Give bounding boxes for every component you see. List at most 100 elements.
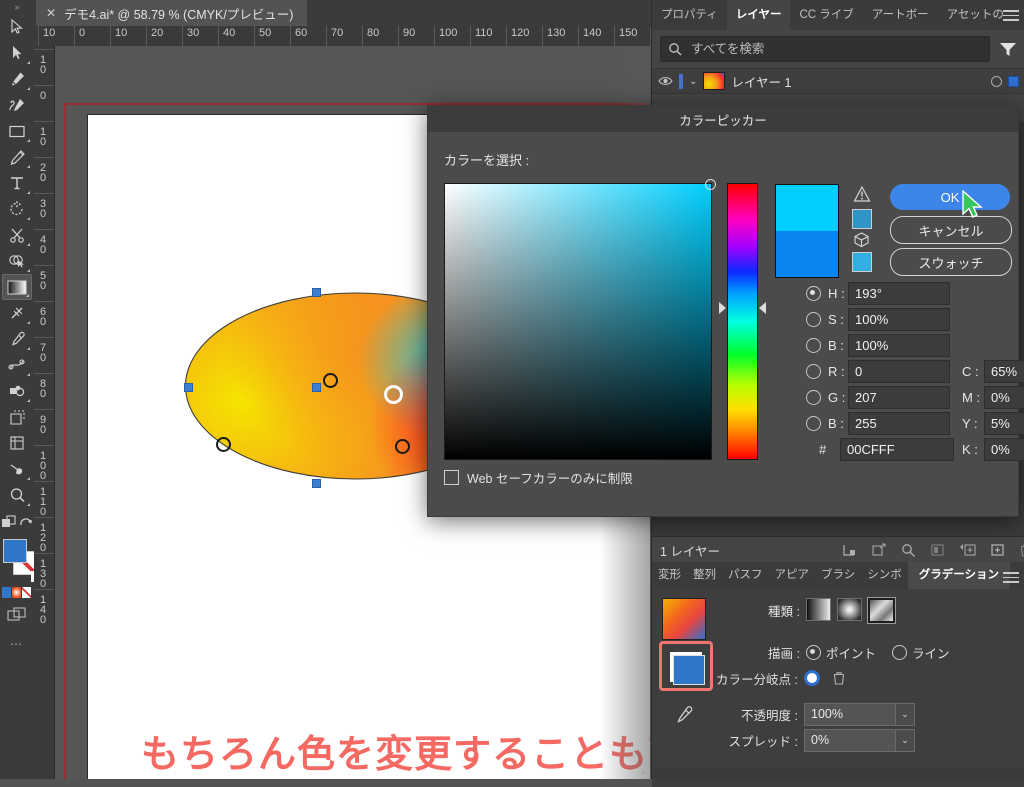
brightness-field[interactable]: 100% bbox=[848, 334, 950, 357]
green-radio[interactable] bbox=[806, 390, 821, 405]
type-tool[interactable] bbox=[2, 170, 32, 196]
edit-toolbar-button[interactable]: … bbox=[0, 633, 34, 648]
blend-tool[interactable] bbox=[2, 352, 32, 378]
blue-radio[interactable] bbox=[806, 416, 821, 431]
saturation-field[interactable]: 100% bbox=[848, 308, 950, 331]
color-button[interactable] bbox=[2, 587, 11, 598]
gradient-type-freeform[interactable] bbox=[868, 598, 895, 623]
swatches-button[interactable]: スウォッチ bbox=[890, 248, 1012, 276]
brightness-radio[interactable] bbox=[806, 338, 821, 353]
magenta-field[interactable]: 0% bbox=[984, 386, 1024, 409]
shape-builder-tool[interactable] bbox=[2, 248, 32, 274]
hamburger-icon[interactable] bbox=[1003, 7, 1019, 21]
filter-icon[interactable] bbox=[999, 41, 1017, 57]
symbol-sprayer-tool[interactable] bbox=[2, 378, 32, 404]
screen-mode-icon[interactable] bbox=[0, 607, 34, 623]
layer-name[interactable]: レイヤー 1 bbox=[731, 72, 985, 91]
color-stop-swatch[interactable] bbox=[804, 670, 820, 686]
ok-button[interactable]: OK bbox=[890, 184, 1010, 210]
opacity-input[interactable]: 100% bbox=[804, 703, 896, 726]
out-of-gamut-swatch[interactable] bbox=[852, 209, 872, 229]
red-radio[interactable] bbox=[806, 364, 821, 379]
rotate-tool[interactable] bbox=[2, 196, 32, 222]
mask-icon[interactable] bbox=[930, 543, 945, 557]
canvas-caption-text[interactable]: もちろん色を変更することも可能 bbox=[141, 723, 650, 778]
locate-object-icon[interactable] bbox=[842, 543, 858, 557]
eyedropper-icon[interactable] bbox=[674, 705, 694, 725]
hex-field[interactable]: 00CFFF bbox=[840, 438, 954, 461]
hue-slider[interactable] bbox=[727, 183, 758, 460]
path-anchor-bottom[interactable] bbox=[312, 479, 321, 488]
layer-row[interactable]: ⌄ レイヤー 1 bbox=[652, 68, 1024, 94]
eye-icon[interactable] bbox=[658, 75, 673, 87]
hue-radio[interactable] bbox=[806, 286, 821, 301]
layer-thumbnail[interactable] bbox=[703, 72, 725, 90]
blue-field[interactable]: 255 bbox=[848, 412, 950, 435]
fill-stroke-swatches[interactable] bbox=[1, 537, 33, 583]
direct-selection-tool[interactable] bbox=[2, 40, 32, 66]
web-safe-checkbox[interactable] bbox=[444, 470, 459, 485]
find-icon[interactable] bbox=[901, 543, 916, 557]
gradient-stop-red[interactable] bbox=[395, 439, 410, 454]
layer-target-icon[interactable] bbox=[991, 76, 1002, 87]
eyedropper-tool[interactable] bbox=[2, 326, 32, 352]
spread-input[interactable]: 0% bbox=[804, 729, 896, 752]
draw-mode-point-label[interactable]: ポイント bbox=[826, 643, 876, 662]
yellow-field[interactable]: 5% bbox=[984, 412, 1024, 435]
toolbar-grip[interactable]: » bbox=[0, 0, 34, 14]
new-sublayer-icon[interactable] bbox=[959, 543, 976, 557]
layer-selection-indicator[interactable] bbox=[1008, 76, 1019, 87]
gradient-type-radial[interactable] bbox=[837, 598, 862, 621]
saturation-brightness-field[interactable] bbox=[444, 183, 712, 460]
tab-cc-library[interactable]: CC ライブ bbox=[790, 0, 862, 30]
cancel-button[interactable]: キャンセル bbox=[890, 216, 1012, 244]
chevron-down-icon[interactable]: ⌄ bbox=[689, 76, 697, 87]
gradient-tool[interactable] bbox=[2, 274, 32, 300]
path-anchor-top[interactable] bbox=[312, 288, 321, 297]
gradient-preview-swatch[interactable] bbox=[662, 598, 706, 640]
sv-cursor[interactable] bbox=[705, 179, 716, 190]
tab-brushes[interactable]: ブラシ bbox=[815, 562, 861, 589]
gradient-stop-yellow[interactable] bbox=[216, 437, 231, 452]
tab-artboards[interactable]: アートボー bbox=[863, 0, 938, 30]
gradient-stop-orange[interactable] bbox=[323, 373, 338, 388]
cyan-field[interactable]: 65% bbox=[984, 360, 1024, 383]
pen-tool[interactable] bbox=[2, 66, 32, 92]
hue-marker-left[interactable] bbox=[719, 302, 726, 314]
hue-marker-right[interactable] bbox=[759, 302, 766, 314]
zoom-tool[interactable] bbox=[2, 482, 32, 508]
spread-dropdown-icon[interactable]: ⌄ bbox=[896, 729, 915, 752]
green-field[interactable]: 207 bbox=[848, 386, 950, 409]
delete-layer-icon[interactable] bbox=[1019, 543, 1024, 558]
tab-pathfinder[interactable]: パスフ bbox=[722, 562, 769, 589]
selection-tool[interactable] bbox=[2, 14, 32, 40]
document-tab[interactable]: ✕ デモ4.ai* @ 58.79 % (CMYK/プレビュー) bbox=[36, 0, 307, 26]
tab-align[interactable]: 整列 bbox=[687, 562, 722, 589]
gradient-type-linear[interactable] bbox=[806, 598, 831, 621]
tab-layers[interactable]: レイヤー bbox=[727, 0, 791, 30]
search-input-wrap[interactable] bbox=[660, 36, 990, 62]
web-safe-checkbox-row[interactable]: Web セーフカラーのみに制限 bbox=[444, 468, 633, 487]
scissors-tool[interactable] bbox=[2, 222, 32, 248]
tab-assets[interactable]: アセットの bbox=[938, 0, 1013, 30]
gradient-stop-cyan[interactable] bbox=[384, 385, 403, 404]
saturation-radio[interactable] bbox=[806, 312, 821, 327]
vertical-ruler[interactable]: 100102030405060708090100110120130140 bbox=[34, 46, 55, 779]
slice-tool[interactable] bbox=[2, 430, 32, 456]
hue-field[interactable]: 193° bbox=[848, 282, 950, 305]
width-tool[interactable] bbox=[2, 300, 32, 326]
fill-swatch[interactable] bbox=[3, 539, 27, 563]
tab-symbols[interactable]: シンボ bbox=[861, 562, 908, 589]
black-field[interactable]: 0% bbox=[984, 438, 1024, 461]
tab-appearance[interactable]: アピア bbox=[769, 562, 816, 589]
tab-gradient[interactable]: グラデーション bbox=[908, 562, 1010, 589]
web-safe-swatch[interactable] bbox=[852, 252, 872, 272]
opacity-dropdown-icon[interactable]: ⌄ bbox=[896, 703, 915, 726]
search-input[interactable] bbox=[689, 41, 982, 57]
change-screen-mode-icon[interactable] bbox=[19, 515, 34, 529]
path-anchor-left[interactable] bbox=[184, 383, 193, 392]
none-button[interactable] bbox=[22, 587, 31, 598]
gradient-panel-menu-icon[interactable] bbox=[1003, 569, 1019, 583]
gradient-selected-stop-color[interactable] bbox=[659, 641, 713, 691]
gradient-button[interactable] bbox=[12, 587, 21, 598]
